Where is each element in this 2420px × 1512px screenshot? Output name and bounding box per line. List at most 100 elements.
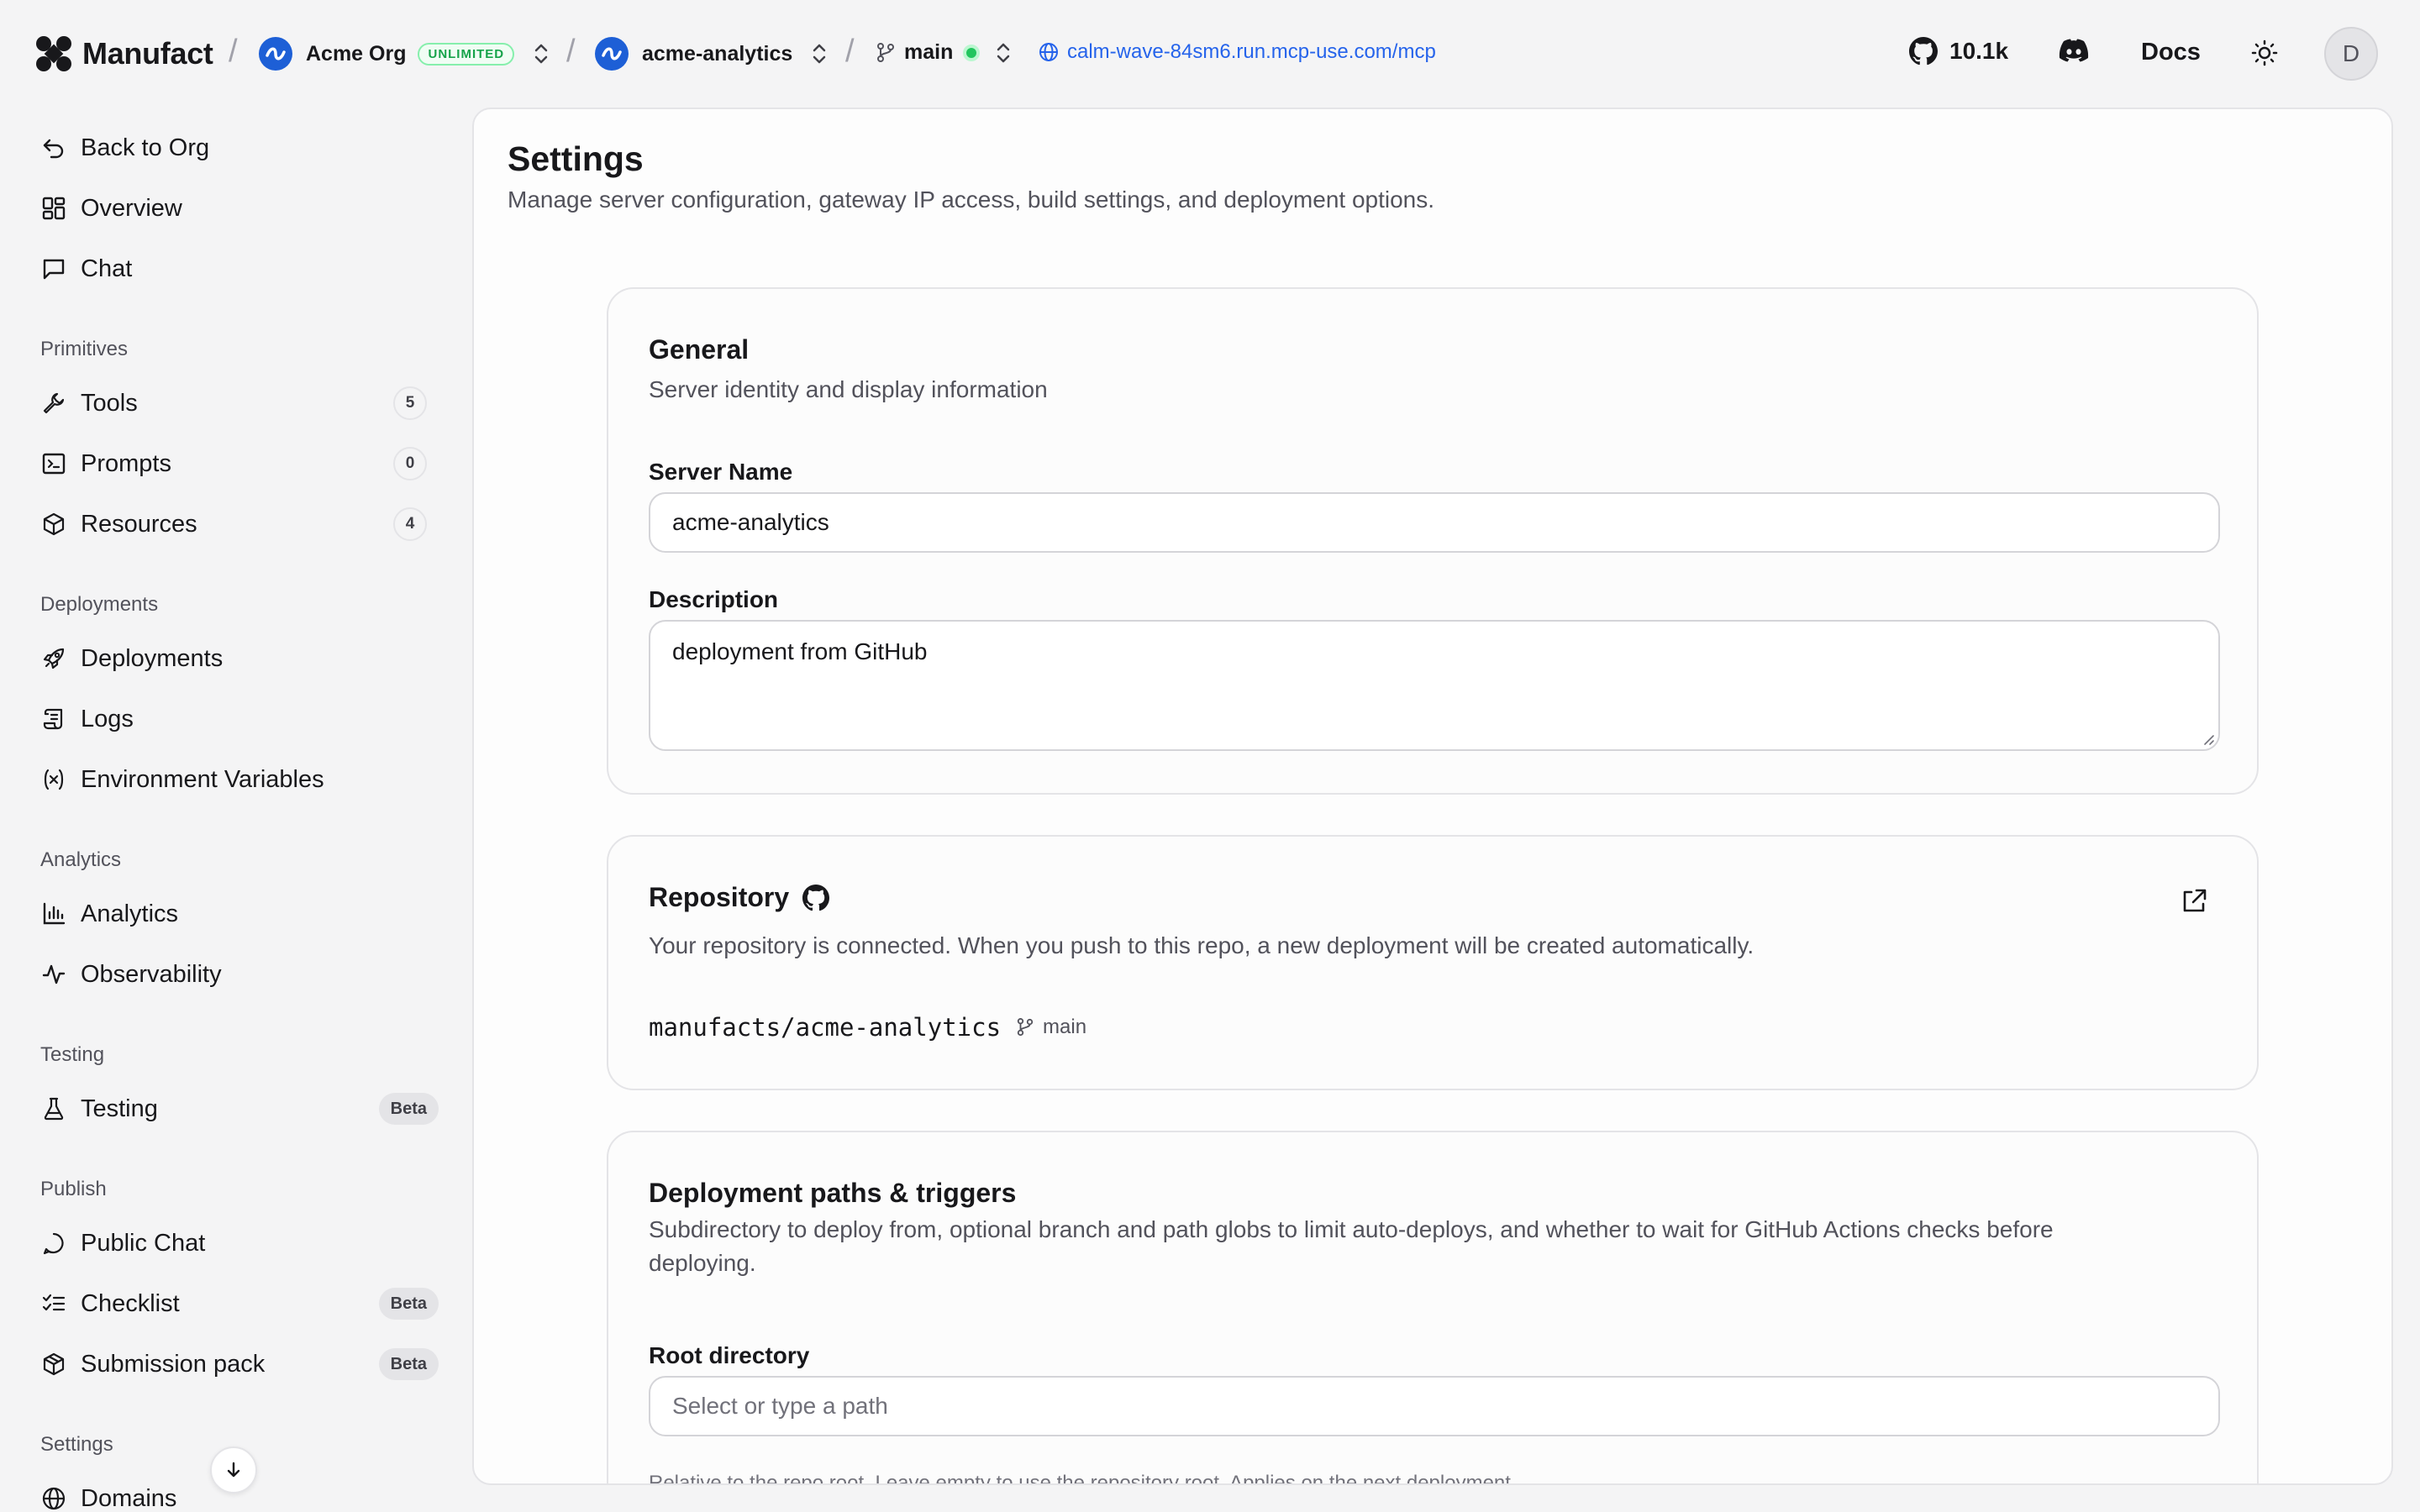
sidebar-item-submission-pack[interactable]: Submission pack Beta — [40, 1341, 439, 1388]
sidebar-item-resources[interactable]: Resources 4 — [40, 501, 427, 548]
box-icon — [40, 511, 67, 538]
chevron-up-down-icon — [813, 44, 826, 64]
resize-handle-icon[interactable] — [2202, 732, 2215, 746]
bar-chart-icon — [40, 900, 67, 927]
card-subtitle: Your repository is connected. When you p… — [649, 932, 1754, 958]
org-avatar — [259, 37, 292, 71]
undo-icon — [40, 134, 67, 161]
brand-name: Manufact — [82, 36, 213, 71]
sidebar-item-tools[interactable]: Tools 5 — [40, 380, 427, 427]
github-stars: 10.1k — [1949, 38, 2009, 64]
rocket-icon — [40, 645, 67, 672]
globe-icon — [1039, 43, 1058, 61]
description-label: Description — [649, 586, 779, 612]
github-link[interactable]: 10.1k — [1909, 37, 2008, 66]
sidebar-item-label: Deployments — [81, 644, 224, 672]
sidebar-item-logs[interactable]: Logs — [40, 696, 427, 743]
section-title-testing: Testing — [40, 1043, 105, 1066]
sidebar-item-label: Public Chat — [81, 1229, 206, 1257]
beta-badge: Beta — [378, 1093, 439, 1125]
sidebar-item-overview[interactable]: Overview — [40, 185, 427, 232]
package-icon — [40, 1351, 67, 1378]
breadcrumb-separator: / — [845, 34, 855, 69]
sidebar-item-observability[interactable]: Observability — [40, 951, 427, 998]
message-circle-icon — [40, 1230, 67, 1257]
status-dot — [963, 44, 981, 61]
github-icon — [802, 884, 830, 911]
repository-header: Repository — [649, 882, 830, 913]
repository-name: manufacts/acme-analytics — [649, 1013, 1002, 1042]
sidebar-item-checklist[interactable]: Checklist Beta — [40, 1280, 439, 1327]
root-directory-placeholder: Select or type a path — [672, 1393, 888, 1419]
description-value: deployment from GitHub — [672, 638, 928, 664]
server-url-link[interactable]: calm-wave-84sm6.run.mcp-use.com/mcp — [1039, 40, 1436, 64]
scroll-down-button[interactable] — [210, 1446, 257, 1494]
sidebar-item-prompts[interactable]: Prompts 0 — [40, 440, 427, 487]
discord-link[interactable] — [2059, 39, 2089, 62]
sidebar-item-label: Analytics — [81, 900, 179, 927]
sidebar-item-label: Chat — [81, 255, 133, 282]
flask-icon — [40, 1095, 67, 1122]
github-icon — [1909, 37, 1938, 66]
user-avatar[interactable]: D — [2324, 27, 2378, 81]
git-branch-icon — [1017, 1017, 1034, 1037]
sidebar-item-label: Resources — [81, 510, 197, 538]
sidebar: Back to Org Overview Chat Primitives Too… — [0, 108, 445, 1512]
count-badge: 5 — [393, 386, 427, 420]
sidebar-item-chat[interactable]: Chat — [40, 245, 427, 292]
variable-icon — [40, 766, 67, 793]
open-repository-button[interactable] — [2180, 887, 2208, 916]
user-initial: D — [2342, 40, 2360, 66]
sidebar-item-label: Domains — [81, 1484, 177, 1512]
git-branch-icon — [877, 42, 894, 62]
card-subtitle: Server identity and display information — [649, 376, 1048, 402]
sidebar-item-deployments[interactable]: Deployments — [40, 635, 427, 682]
main-panel: Settings Manage server configuration, ga… — [472, 108, 2393, 1485]
activity-icon — [40, 961, 67, 988]
card-subtitle-line-2: deploying. — [649, 1250, 756, 1276]
discord-icon — [2059, 39, 2089, 62]
grid-icon — [40, 195, 67, 222]
wave-icon — [266, 47, 286, 60]
project-name: acme-analytics — [642, 41, 793, 66]
project-switcher[interactable]: acme-analytics — [595, 37, 828, 71]
root-directory-input[interactable]: Select or type a path — [649, 1376, 2220, 1436]
chevron-up-down-icon — [997, 43, 1010, 62]
server-url: calm-wave-84sm6.run.mcp-use.com/mcp — [1067, 40, 1436, 63]
sidebar-item-label: Submission pack — [81, 1350, 266, 1378]
sidebar-item-analytics[interactable]: Analytics — [40, 890, 427, 937]
org-name: Acme Org — [306, 41, 407, 66]
theme-toggle[interactable] — [2250, 39, 2279, 67]
count-badge: 0 — [393, 447, 427, 480]
section-title-settings: Settings — [40, 1433, 113, 1456]
card-title: General — [649, 334, 750, 365]
manufact-logo-icon — [36, 36, 71, 71]
server-name-input[interactable]: acme-analytics — [649, 492, 2220, 553]
brand-logo[interactable]: Manufact — [35, 35, 213, 72]
sidebar-item-label: Prompts — [81, 449, 171, 477]
repository-branch: main — [1043, 1016, 1087, 1038]
checklist-icon — [40, 1290, 67, 1317]
wrench-icon — [40, 390, 67, 417]
sidebar-item-public-chat[interactable]: Public Chat — [40, 1220, 427, 1267]
sidebar-item-testing[interactable]: Testing Beta — [40, 1085, 439, 1132]
sidebar-item-back-to-org[interactable]: Back to Org — [40, 124, 427, 171]
terminal-icon — [40, 450, 67, 477]
beta-badge: Beta — [378, 1288, 439, 1320]
chevron-up-down-icon — [534, 44, 548, 64]
server-name-value: acme-analytics — [672, 509, 829, 535]
sidebar-item-label: Testing — [81, 1095, 158, 1122]
branch-switcher[interactable]: main — [876, 40, 1012, 65]
sidebar-item-environment-variables[interactable]: Environment Variables — [40, 756, 427, 803]
breadcrumb-separator: / — [566, 34, 576, 69]
scroll-icon — [40, 706, 67, 732]
docs-link[interactable]: Docs — [2141, 39, 2201, 66]
count-badge: 4 — [393, 507, 427, 541]
org-switcher[interactable]: Acme Org UNLIMITED — [259, 37, 550, 71]
wave-icon — [602, 47, 622, 60]
section-title-deployments: Deployments — [40, 593, 159, 616]
section-title-publish: Publish — [40, 1178, 107, 1200]
sidebar-item-label: Tools — [81, 389, 138, 417]
page-title: Settings — [508, 139, 644, 178]
description-textarea[interactable]: deployment from GitHub — [649, 620, 2220, 751]
